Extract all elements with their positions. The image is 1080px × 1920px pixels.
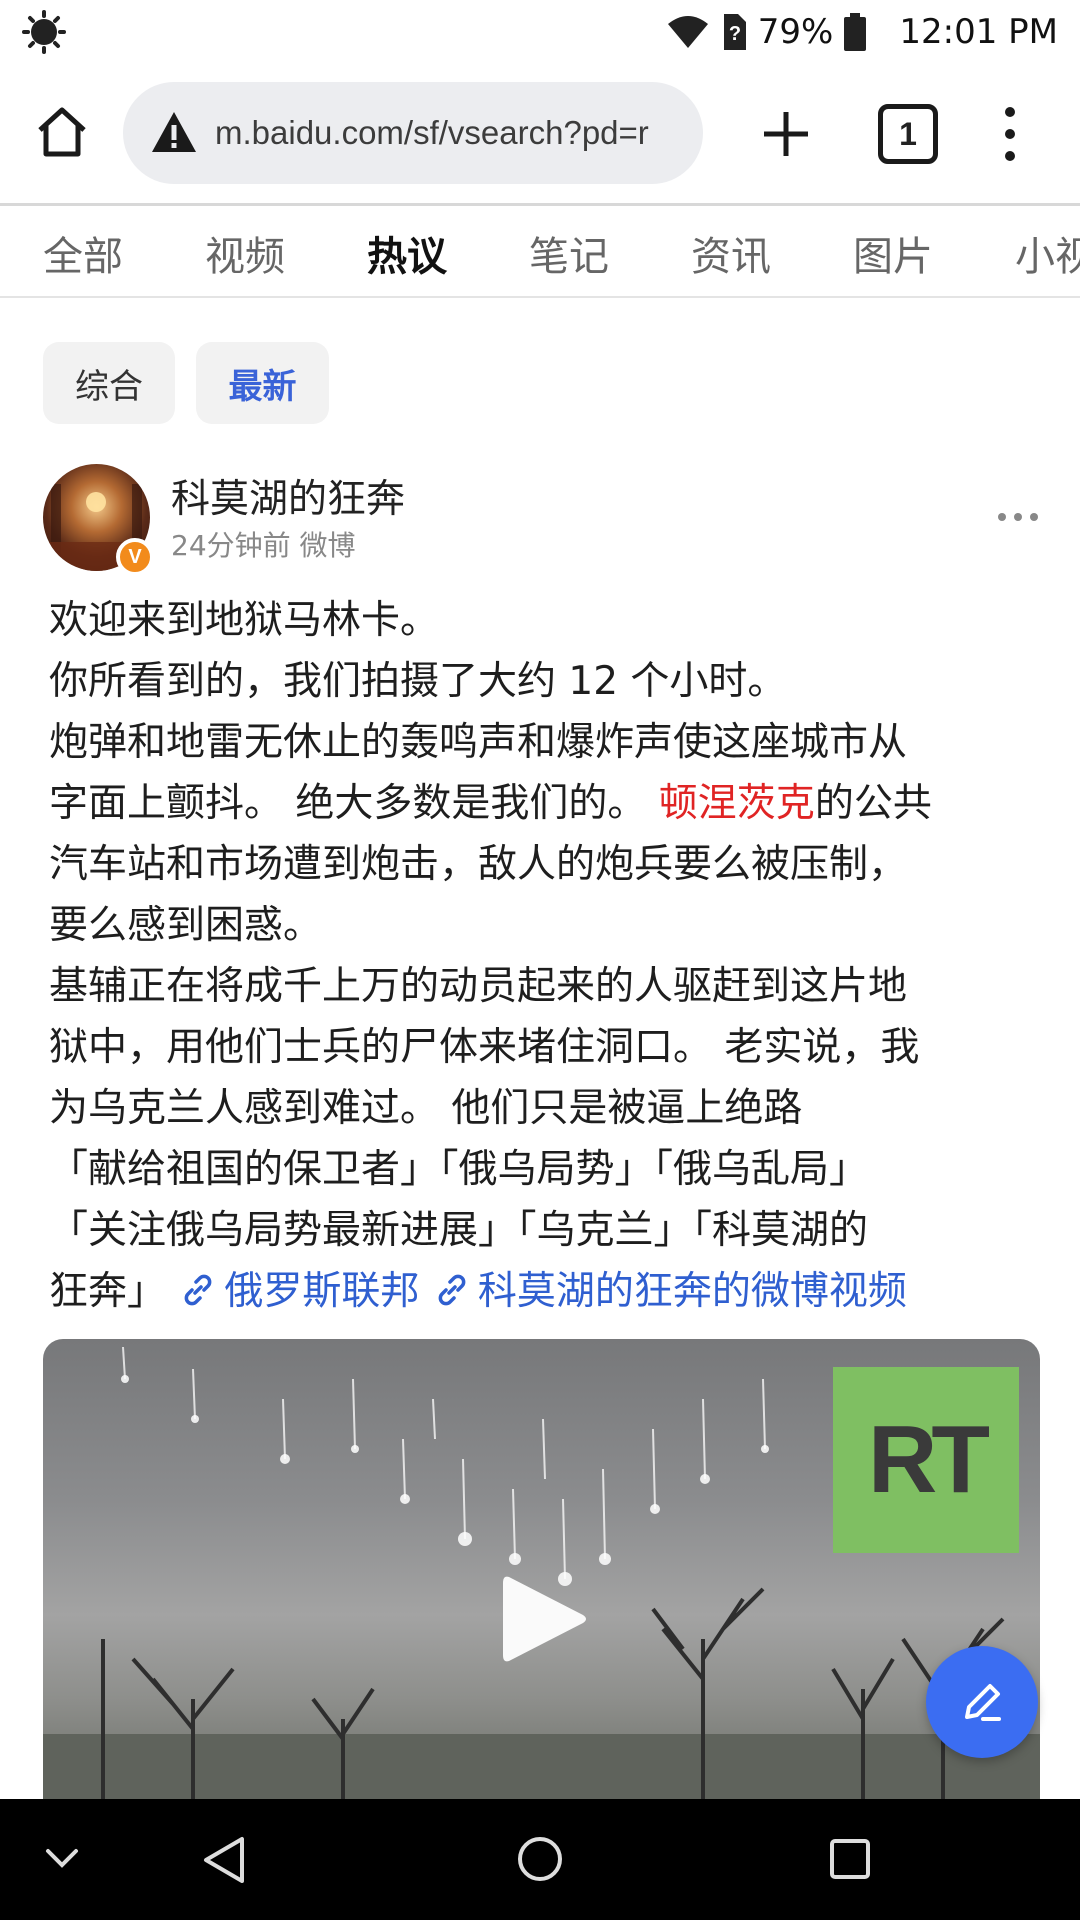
plus-icon (764, 112, 808, 156)
home-button[interactable] (30, 100, 94, 164)
tab-video[interactable]: 视频 (205, 224, 285, 282)
post-body: 欢迎来到地狱马林卡。 你所看到的，我们拍摄了大约 12 个小时。 炮弹和地雷无休… (49, 590, 1039, 1322)
category-tabs: 全部 视频 热议 笔记 资讯 图片 小视 (0, 206, 1080, 298)
link-icon (438, 1274, 466, 1306)
link-russian-federation[interactable]: 俄罗斯联邦 (178, 1269, 419, 1314)
home-icon (38, 107, 86, 157)
post-line: 狂奔」 俄罗斯联邦 科莫湖的狂奔的微博视频 (49, 1261, 1039, 1322)
more-dot-icon (1030, 513, 1038, 521)
post-line: 狱中，用他们士兵的尸体来堵住洞口。 老实说，我 (49, 1025, 920, 1070)
tab-hot-discussion[interactable]: 热议 (367, 224, 447, 282)
active-tab-indicator (367, 296, 449, 298)
post-line: 基辅正在将成千上万的动员起来的人驱赶到这片地 (49, 964, 908, 1009)
post-line: 欢迎来到地狱马林卡。 (49, 598, 440, 643)
link-text: 科莫湖的狂奔的微博视频 (477, 1269, 907, 1314)
tab-count: 1 (899, 115, 917, 152)
post-line: 你所看到的，我们拍摄了大约 12 个小时。 (49, 659, 787, 704)
link-icon (185, 1274, 212, 1306)
more-vert-icon[interactable] (990, 102, 1030, 166)
tab-notes[interactable]: 笔记 (529, 224, 609, 282)
back-icon[interactable] (202, 1835, 246, 1885)
place-link[interactable]: 顿涅茨克 (659, 781, 815, 826)
post-line: 汽车站和市场遭到炮击，敌人的炮兵要么被压制， (49, 842, 908, 887)
post-line-text: 的公共 (814, 781, 932, 826)
wifi-icon (667, 16, 708, 48)
status-bar: ? 79% 12:01 PM (0, 0, 1080, 62)
warning-icon (152, 112, 196, 152)
post-line-text: 狂奔」 (49, 1269, 167, 1314)
play-icon[interactable] (499, 1571, 589, 1667)
tab-news[interactable]: 资讯 (691, 224, 771, 282)
address-bar[interactable]: m.baidu.com/sf/vsearch?pd=r (123, 82, 703, 184)
post-line-text: 字面上颤抖。 绝大多数是我们的。 (49, 781, 659, 826)
battery-percent: 79% (757, 12, 834, 52)
tab-short-video[interactable]: 小视 (1015, 224, 1080, 282)
author-name[interactable]: 科莫湖的狂奔 (171, 468, 405, 524)
link-weibo-video[interactable]: 科莫湖的狂奔的微博视频 (432, 1269, 907, 1314)
post-line: 为乌克兰人感到难过。 他们只是被逼上绝路 (49, 1086, 803, 1131)
brightness-icon (22, 10, 66, 54)
post-meta: 24分钟前 微博 (171, 529, 356, 562)
home-circle-icon[interactable] (516, 1835, 564, 1883)
verified-badge-icon: V (116, 538, 154, 576)
more-dot-icon (1014, 513, 1022, 521)
link-text: 俄罗斯联邦 (224, 1269, 420, 1314)
post-line: 要么感到困惑。 (49, 903, 323, 948)
filter-comprehensive[interactable]: 综合 (43, 342, 175, 424)
more-dot-icon (998, 513, 1006, 521)
video-thumbnail[interactable]: RT (43, 1339, 1040, 1799)
clock: 12:01 PM (899, 12, 1058, 52)
new-tab-button[interactable] (754, 102, 818, 166)
compose-button[interactable] (926, 1646, 1038, 1758)
tab-images[interactable]: 图片 (853, 224, 933, 282)
edit-icon (965, 1684, 1001, 1721)
browser-toolbar: m.baidu.com/sf/vsearch?pd=r 1 (0, 62, 1080, 204)
post-line: 字面上颤抖。 绝大多数是我们的。 顿涅茨克的公共 (49, 773, 1039, 834)
tab-switcher-button[interactable]: 1 (878, 104, 938, 164)
filter-latest[interactable]: 最新 (196, 342, 329, 424)
rt-watermark: RT (833, 1367, 1019, 1553)
post-line: 「关注俄乌局势最新进展」「乌克兰」「科莫湖的 (49, 1208, 869, 1253)
url-text: m.baidu.com/sf/vsearch?pd=r (215, 114, 649, 151)
post-line: 炮弹和地雷无休止的轰鸣声和爆炸声使这座城市从 (49, 720, 908, 765)
sim-unknown-icon: ? (723, 14, 746, 50)
svg-text:?: ? (729, 23, 741, 45)
tab-all[interactable]: 全部 (43, 224, 123, 282)
recents-icon[interactable] (828, 1837, 872, 1881)
battery-icon (844, 13, 867, 51)
collapse-chevron-icon[interactable] (42, 1843, 82, 1873)
post-line: 「献给祖国的保卫者」「俄乌局势」「俄乌乱局」 (49, 1147, 869, 1192)
post-more-button[interactable] (998, 502, 1038, 532)
navigation-bar (0, 1799, 1080, 1920)
